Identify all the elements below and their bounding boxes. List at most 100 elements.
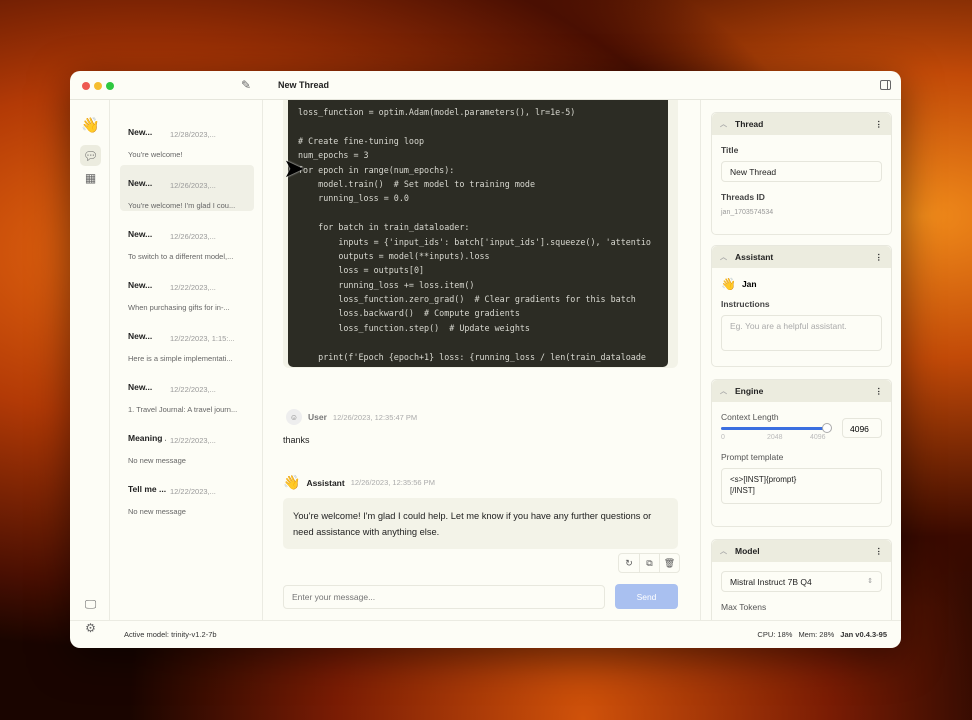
code-line: running_loss = 0.0 <box>298 193 409 204</box>
thread-section-header[interactable]: ︿ Thread ⋮ <box>712 113 891 135</box>
assistant-section-header[interactable]: ︿ Assistant ⋮ <box>712 246 891 268</box>
thread-date: 12/26/2023,... <box>170 232 216 241</box>
select-arrows-icon: ⇕ <box>867 578 873 585</box>
zoom-button[interactable] <box>106 82 114 90</box>
thread-title-input[interactable]: New Thread <box>721 161 882 182</box>
thread-preview: To switch to a different model,... <box>128 252 234 261</box>
thread-item[interactable]: New... 12/22/2023,... 1. Travel Journal: A… <box>120 369 254 415</box>
chevron-up-icon: ︿ <box>720 121 727 128</box>
section-title: Assistant <box>735 252 774 262</box>
thread-title: New... <box>128 382 153 392</box>
new-thread-icon[interactable]: ✎ <box>241 78 251 92</box>
thread-preview: You're welcome! I'm glad I cou... <box>128 201 236 210</box>
context-slider-row: 0 2048 4096 4096 <box>712 418 891 448</box>
thread-title: New... <box>128 229 153 239</box>
assistant-section: ︿ Assistant ⋮ 👋 Jan Instructions Eg. You ar… <box>711 245 892 367</box>
code-line: for epoch in range(num_epochs): <box>298 164 455 175</box>
code-line: running_loss += loss.item() <box>298 279 475 290</box>
model-section: ︿ Model ⋮ Mistral Instruct 7B Q4 ⇕ Max Toke… <box>711 539 892 620</box>
window-title: New Thread <box>278 80 330 90</box>
thread-title: New... <box>128 178 153 188</box>
thread-item[interactable]: New... 12/26/2023,... To switch to a diffe… <box>120 216 254 262</box>
regenerate-icon[interactable]: ↻ <box>619 554 639 572</box>
engine-section-header[interactable]: ︿ Engine ⋮ <box>712 380 891 402</box>
thread-item[interactable]: New... 12/22/2023, 1:15:... Here is a simp… <box>120 318 254 364</box>
message-input[interactable] <box>283 585 605 609</box>
assistant-message-bubble: loss_function = optim.Adam(model.paramet… <box>283 100 678 368</box>
thread-preview: You're welcome! <box>128 150 183 159</box>
section-title: Thread <box>735 119 764 129</box>
more-icon[interactable]: ⋮ <box>875 546 884 557</box>
close-button[interactable] <box>82 82 90 90</box>
copy-icon[interactable]: ⧉ <box>639 554 659 572</box>
thread-title: Tell me ... <box>128 484 166 494</box>
assistant-name: Jan <box>741 279 757 289</box>
field-label: Threads ID <box>721 192 765 202</box>
icon-rail: 👋 💬︎ ▦ 🖵 ⚙ <box>70 100 110 635</box>
thread-item[interactable]: Meaning ... 12/22/2023,... No new message <box>120 420 254 466</box>
field-label: Title <box>721 145 739 155</box>
thread-preview: Here is a simple implementati... <box>128 354 233 363</box>
section-title: Model <box>735 546 760 556</box>
delete-icon[interactable]: 🗑︎ <box>659 554 679 572</box>
jan-logo-icon: 👋 <box>81 116 100 134</box>
assistant-message-header: 👋 Assistant 12/26/2023, 12:35:56 PM <box>283 474 435 491</box>
thread-preview: 1. Travel Journal: A travel journ... <box>128 405 238 414</box>
title-bar: ✎ New Thread <box>70 71 901 100</box>
more-icon[interactable]: ⋮ <box>875 252 884 263</box>
message-author: Assistant <box>306 477 345 488</box>
code-line: inputs = {'input_ids': batch['input_ids'… <box>298 236 651 247</box>
thread-title: New... <box>128 127 153 137</box>
hub-grid-icon[interactable]: ▦ <box>80 167 101 188</box>
code-line: loss_function.zero_grad() # Clear gradie… <box>298 294 636 305</box>
chat-icon[interactable]: 💬︎ <box>80 145 101 166</box>
thread-preview: No new message <box>128 456 186 465</box>
code-line: model.train() # Set model to training mo… <box>298 178 535 189</box>
code-line: loss_function.step() # Update weights <box>298 322 530 333</box>
field-label: Max Tokens <box>721 602 767 612</box>
message-time: 12/26/2023, 12:35:47 PM <box>332 412 418 422</box>
assistant-avatar-icon: 👋 <box>283 474 301 490</box>
thread-list: New... 12/28/2023,... You're welcome! New..… <box>110 100 263 620</box>
thread-item[interactable]: Tell me ... 12/22/2023,... No new message <box>120 471 254 517</box>
thread-item[interactable]: New... 12/26/2023,... You're welcome! I'm … <box>120 165 254 211</box>
thread-preview: No new message <box>128 507 186 516</box>
thread-title: New... <box>128 280 153 290</box>
minimize-button[interactable] <box>94 82 102 90</box>
assistant-avatar-icon: 👋 <box>721 277 736 291</box>
context-slider[interactable] <box>721 423 832 433</box>
context-length-input[interactable]: 4096 <box>842 418 882 438</box>
thread-date: 12/22/2023, 1:15:... <box>170 334 235 343</box>
chevron-up-icon: ︿ <box>720 548 727 555</box>
send-button[interactable]: Send <box>615 584 678 609</box>
prompt-template-textarea[interactable]: <s>[INST]{prompt} [/INST] <box>721 468 882 504</box>
thread-item[interactable]: New... 12/22/2023,... When purchasing gift… <box>120 267 254 313</box>
mouse-cursor-icon: ➤ <box>283 153 305 183</box>
code-line: outputs = model(**inputs).loss <box>298 250 490 261</box>
instructions-textarea[interactable]: Eg. You are a helpful assistant. <box>721 315 882 351</box>
slider-tick: 0 <box>721 434 725 441</box>
model-select[interactable]: Mistral Instruct 7B Q4 ⇕ <box>721 571 882 592</box>
thread-id: jan_1703574534 <box>721 209 774 216</box>
thread-item[interactable]: New... 12/28/2023,... You're welcome! <box>120 114 254 160</box>
message-text: You're welcome! I'm glad I could help. L… <box>283 498 678 549</box>
model-section-header[interactable]: ︿ Model ⋮ <box>712 540 891 562</box>
code-line: print(f'Epoch {epoch+1} loss: {running_l… <box>298 351 646 362</box>
field-label: Prompt template <box>721 452 784 462</box>
thread-section: ︿ Thread ⋮ Title New Thread Threads ID jan… <box>711 112 892 235</box>
engine-section: ︿ Engine ⋮ Context Length 0 2048 4096 4096… <box>711 379 892 527</box>
more-icon[interactable]: ⋮ <box>875 119 884 130</box>
field-label: Instructions <box>721 299 770 309</box>
message-text: thanks <box>283 435 310 445</box>
app-window: ✎ New Thread 👋 💬︎ ▦ 🖵 ⚙ New... 12/28/2023… <box>70 71 901 648</box>
more-icon[interactable]: ⋮ <box>875 386 884 397</box>
system-monitor-icon[interactable]: 🖵 <box>80 594 101 615</box>
active-model: Active model: trinity-v1.2-7b <box>124 630 217 639</box>
thread-date: 12/22/2023,... <box>170 385 216 394</box>
cpu-usage: CPU: 18% <box>757 630 793 639</box>
toggle-panel-icon[interactable] <box>880 80 891 90</box>
mem-usage: Mem: 28% <box>798 630 835 639</box>
code-line: loss.backward() # Compute gradients <box>298 308 520 319</box>
